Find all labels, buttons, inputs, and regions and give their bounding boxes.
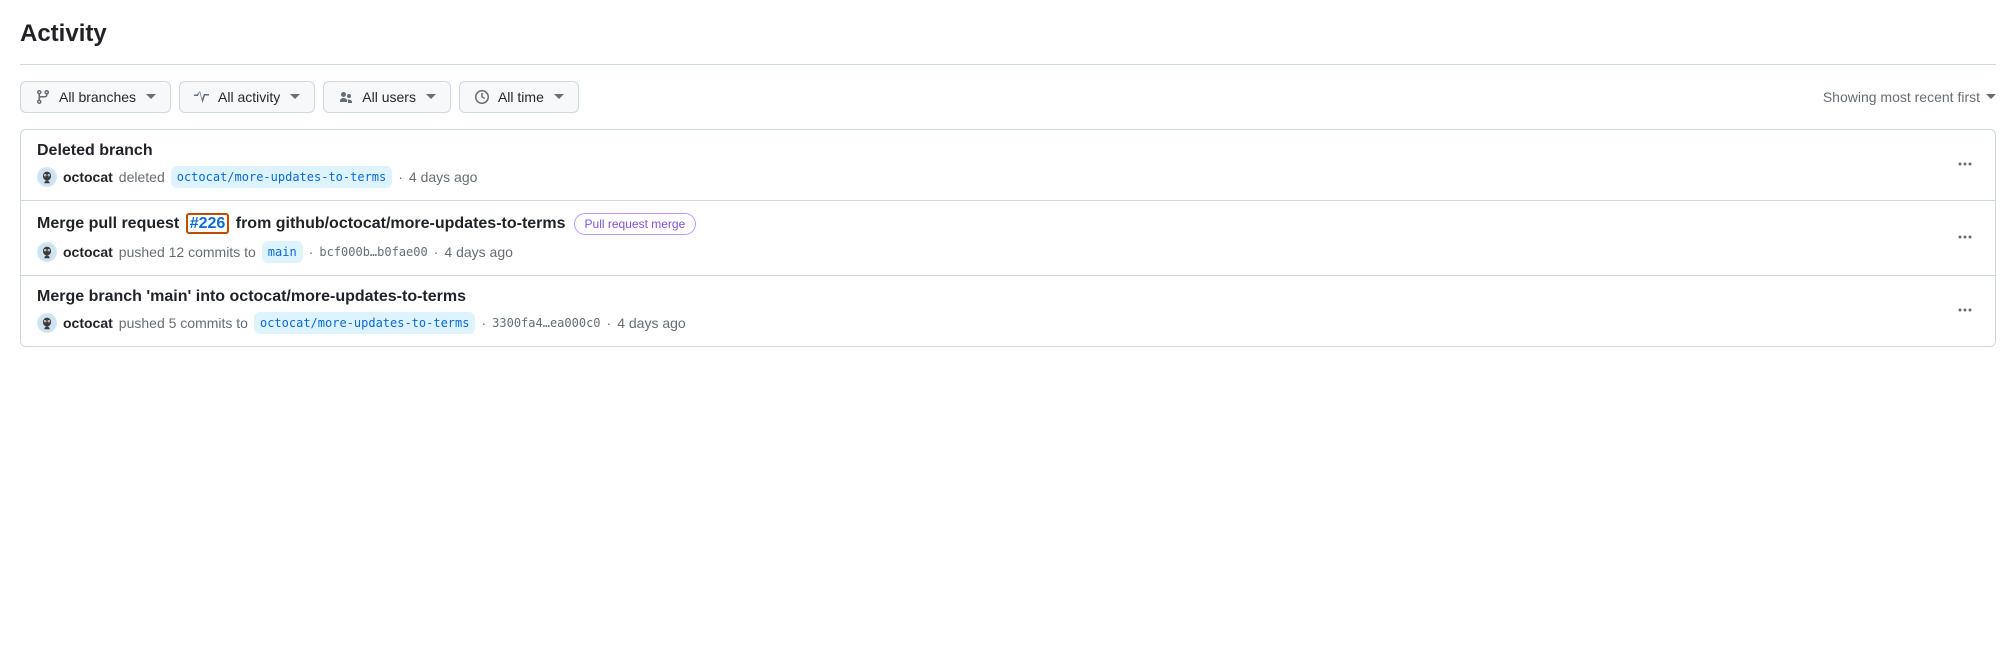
timestamp: 4 days ago — [617, 315, 686, 331]
activity-list: Deleted branch octocat deleted octocat/m… — [20, 129, 1996, 347]
activity-title: Merge branch 'main' into octocat/more-up… — [37, 288, 1951, 306]
clock-icon — [474, 89, 490, 105]
activity-title: Deleted branch — [37, 142, 1951, 160]
pulse-icon — [194, 89, 210, 105]
commit-range-link[interactable]: 3300fa4…ea000c0 — [492, 316, 600, 330]
caret-down-icon — [146, 92, 156, 102]
timestamp: 4 days ago — [409, 169, 478, 185]
action-text: pushed 5 commits to — [119, 315, 248, 331]
caret-down-icon — [554, 92, 564, 102]
caret-down-icon — [426, 92, 436, 102]
kebab-icon — [1957, 302, 1973, 318]
separator-dot: · — [398, 169, 403, 185]
users-filter-label: All users — [362, 87, 416, 107]
row-actions-menu[interactable] — [1951, 150, 1979, 181]
avatar — [37, 313, 57, 333]
caret-down-icon — [290, 92, 300, 102]
sort-dropdown[interactable]: Showing most recent first — [1823, 89, 1996, 105]
users-filter[interactable]: All users — [323, 81, 451, 113]
row-actions-menu[interactable] — [1951, 223, 1979, 254]
page-title: Activity — [20, 20, 1996, 48]
activity-type-badge: Pull request merge — [574, 213, 697, 235]
branch-link[interactable]: octocat/more-updates-to-terms — [171, 166, 393, 188]
branches-filter-label: All branches — [59, 87, 136, 107]
kebab-icon — [1957, 156, 1973, 172]
activity-row: Merge branch 'main' into octocat/more-up… — [21, 275, 1995, 346]
timestamp: 4 days ago — [444, 244, 513, 260]
branch-link[interactable]: octocat/more-updates-to-terms — [254, 312, 476, 334]
people-icon — [338, 89, 354, 105]
separator-dot: · — [434, 244, 439, 260]
branches-filter[interactable]: All branches — [20, 81, 171, 113]
activity-row: Merge pull request #226 from github/octo… — [21, 200, 1995, 275]
sort-label: Showing most recent first — [1823, 89, 1980, 105]
separator-dot: · — [607, 315, 612, 331]
time-filter[interactable]: All time — [459, 81, 579, 113]
username-link[interactable]: octocat — [63, 244, 113, 260]
avatar — [37, 242, 57, 262]
activity-filter-label: All activity — [218, 87, 280, 107]
git-branch-icon — [35, 89, 51, 105]
pr-number-link[interactable]: #226 — [186, 213, 230, 234]
action-text: pushed 12 commits to — [119, 244, 256, 260]
filter-toolbar: All branches All activity All users All … — [20, 81, 1996, 113]
separator-dot: · — [309, 244, 314, 260]
branch-link[interactable]: main — [262, 241, 303, 263]
username-link[interactable]: octocat — [63, 315, 113, 331]
avatar — [37, 167, 57, 187]
caret-down-icon — [1986, 92, 1996, 102]
time-filter-label: All time — [498, 87, 544, 107]
row-actions-menu[interactable] — [1951, 296, 1979, 327]
activity-row: Deleted branch octocat deleted octocat/m… — [21, 130, 1995, 200]
kebab-icon — [1957, 229, 1973, 245]
separator-dot: · — [481, 315, 486, 331]
username-link[interactable]: octocat — [63, 169, 113, 185]
activity-filter[interactable]: All activity — [179, 81, 315, 113]
header-divider — [20, 64, 1996, 65]
activity-title: Merge pull request #226 from github/octo… — [37, 213, 1951, 235]
commit-range-link[interactable]: bcf000b…b0fae00 — [319, 245, 427, 259]
action-text: deleted — [119, 169, 165, 185]
